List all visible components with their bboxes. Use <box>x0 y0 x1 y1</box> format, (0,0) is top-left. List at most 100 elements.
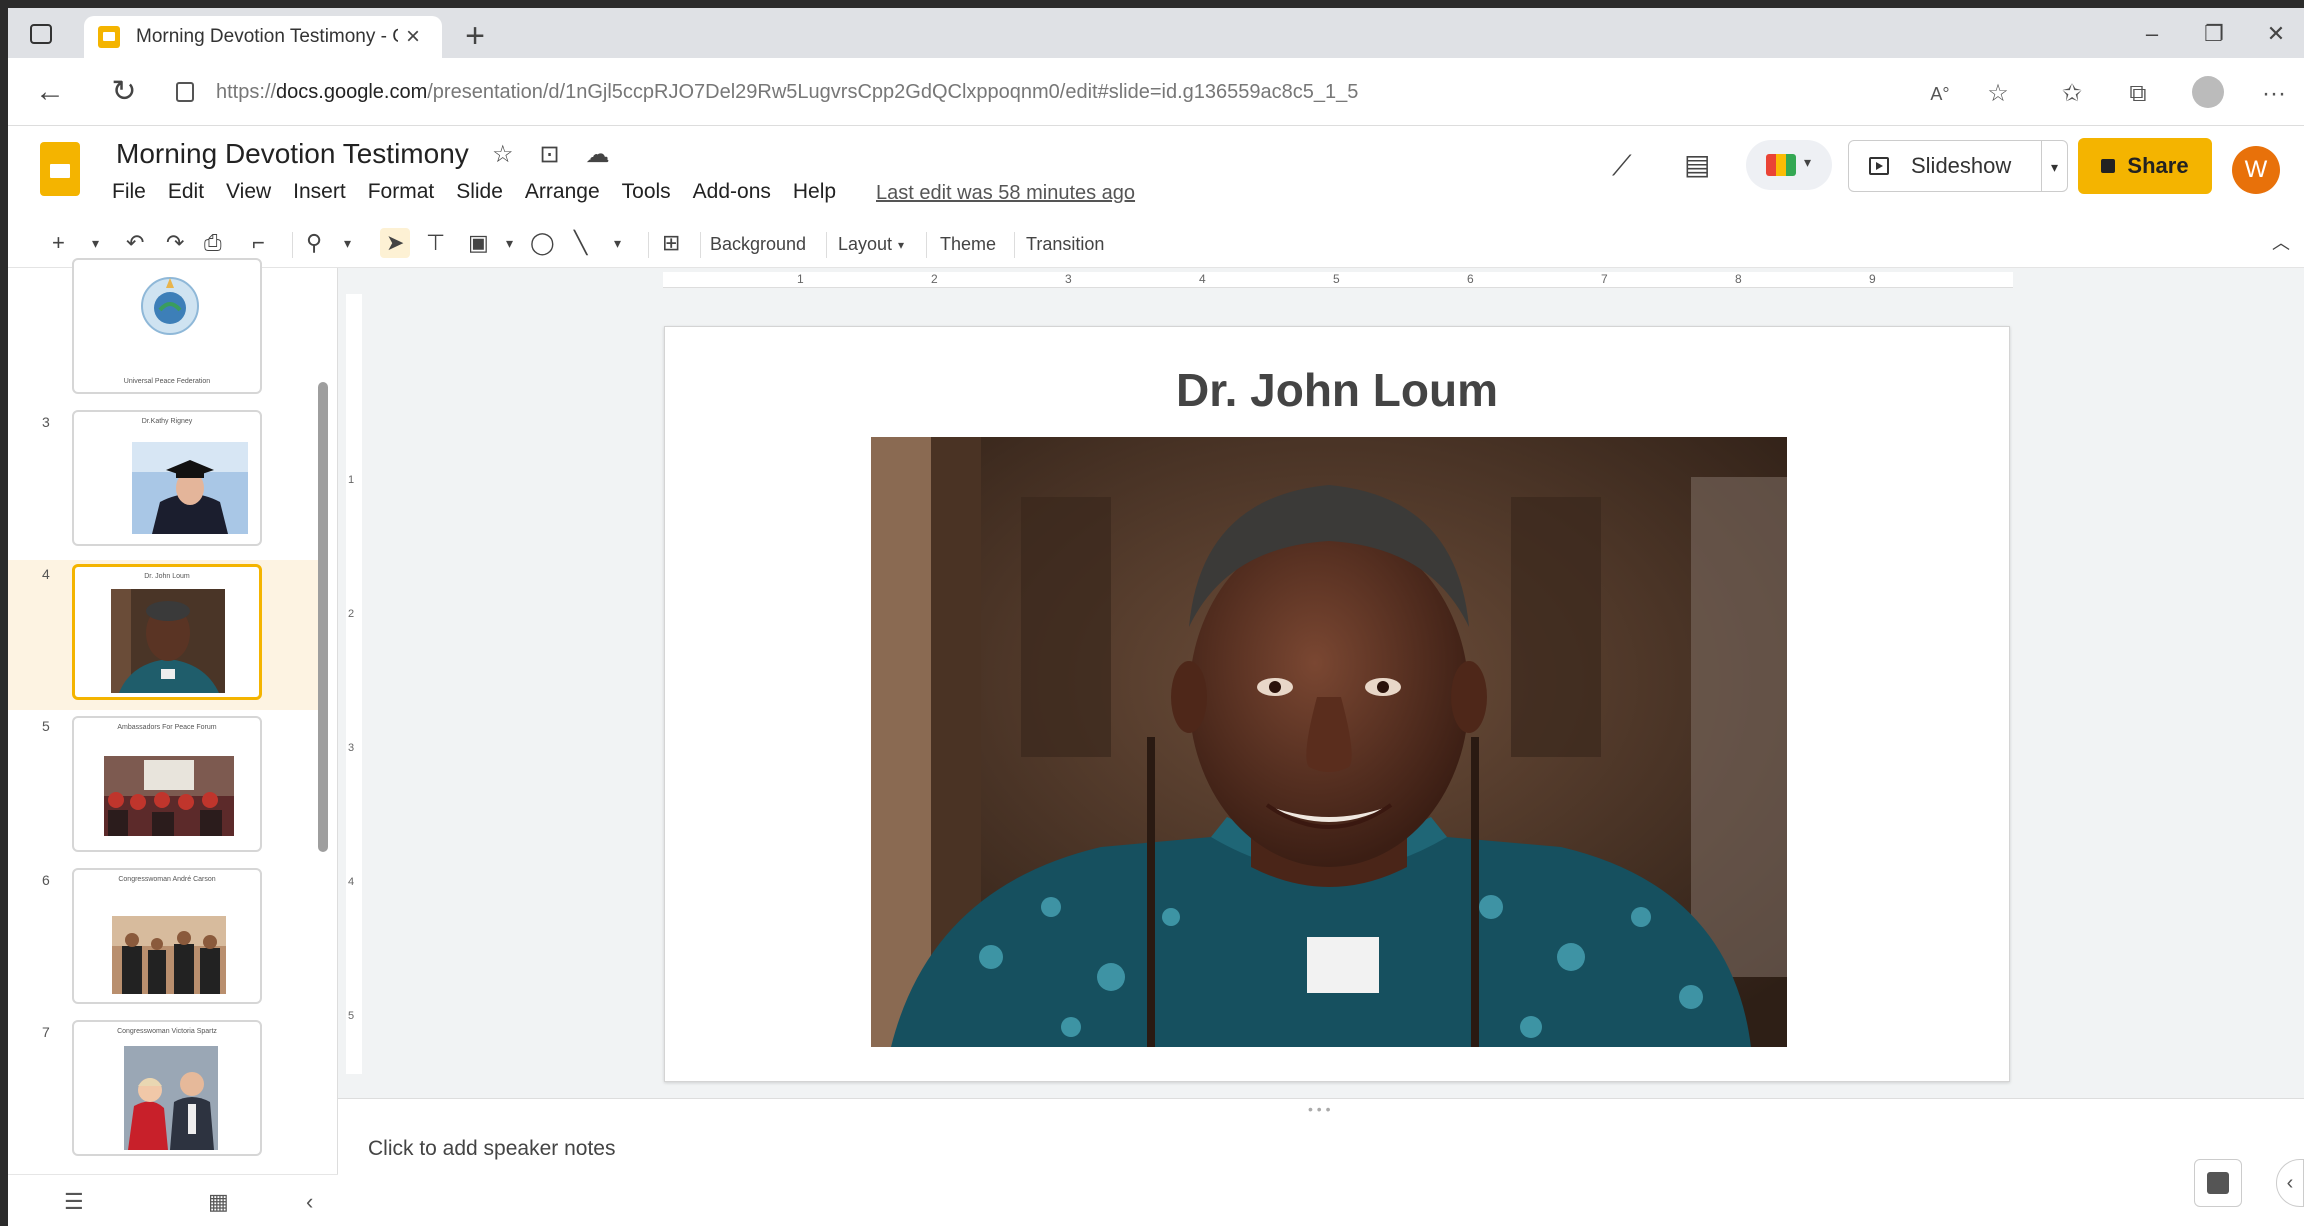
theme-button[interactable]: Theme <box>940 230 996 258</box>
menu-view[interactable]: View <box>226 180 271 204</box>
collections-icon[interactable]: ⧉ <box>2118 76 2158 112</box>
new-tab-button[interactable]: + <box>458 16 492 56</box>
paint-format-icon[interactable]: ⌐ <box>252 228 265 258</box>
redo-icon[interactable]: ↷ <box>166 228 184 258</box>
print-icon[interactable]: ⎙ <box>204 228 222 258</box>
line-chevron-icon[interactable]: ▾ <box>614 228 621 258</box>
zoom-chevron-icon[interactable]: ▾ <box>344 228 351 258</box>
divider <box>926 232 927 258</box>
transition-button[interactable]: Transition <box>1026 230 1104 258</box>
collapse-menus-chevron-icon[interactable]: ︿ <box>2272 228 2290 258</box>
new-slide-chevron-icon[interactable]: ▾ <box>92 228 99 258</box>
restore-icon[interactable]: ❐ <box>2194 14 2234 54</box>
add-favorite-icon[interactable]: ☆ <box>1978 76 2018 112</box>
address-bar[interactable]: https://docs.google.com/presentation/d/1… <box>176 70 1926 114</box>
slide-thumbnail-7[interactable]: Congresswoman Victoria Spartz <box>72 1020 262 1156</box>
ruler-mark: 2 <box>348 608 355 620</box>
last-edit-link[interactable]: Last edit was 58 minutes ago <box>876 182 1135 205</box>
slideshow-options-chevron-icon[interactable]: ▾ <box>2042 140 2068 192</box>
side-panel-chevron-icon[interactable]: ‹ <box>2276 1159 2304 1207</box>
line-icon[interactable]: ╲ <box>574 228 587 258</box>
document-title[interactable]: Morning Devotion Testimony <box>116 138 469 170</box>
menu-slide[interactable]: Slide <box>456 180 503 204</box>
slide-number: 7 <box>42 1024 50 1040</box>
tab-strip: Morning Devotion Testimony - G × + – ❐ ✕ <box>8 8 2304 58</box>
ruler-mark: 3 <box>1065 272 1072 286</box>
text-box-icon[interactable]: ⊤ <box>426 228 445 258</box>
john-loum-thumb-photo <box>111 589 225 693</box>
insert-image-icon[interactable]: ▣ <box>468 228 489 258</box>
cloud-status-icon[interactable]: ☁ <box>586 140 610 169</box>
layout-button[interactable]: Layout <box>838 230 892 258</box>
slide-thumbnail-5[interactable]: Ambassadors For Peace Forum <box>72 716 262 852</box>
ruler-mark: 2 <box>931 272 938 286</box>
new-slide-plus-icon[interactable]: + <box>52 228 65 258</box>
close-tab-icon[interactable]: × <box>398 23 428 51</box>
favorites-icon[interactable]: ✩ <box>2052 76 2092 112</box>
current-slide[interactable]: Dr. John Loum <box>664 326 2010 1082</box>
slide-title[interactable]: Dr. John Loum <box>665 363 2009 417</box>
background-button[interactable]: Background <box>710 230 806 258</box>
speaker-notes-input[interactable]: Click to add speaker notes <box>368 1137 615 1161</box>
menu-edit[interactable]: Edit <box>168 180 204 204</box>
minimize-icon[interactable]: – <box>2132 14 2172 54</box>
browser-tab[interactable]: Morning Devotion Testimony - G × <box>84 16 442 58</box>
slide-thumbnail-4[interactable]: Dr. John Loum <box>72 564 262 700</box>
add-comment-icon[interactable]: ⊞ <box>662 228 680 258</box>
menu-arrange[interactable]: Arrange <box>525 180 600 204</box>
back-arrow-icon[interactable]: ← <box>30 72 70 112</box>
menu-file[interactable]: File <box>112 180 146 204</box>
comments-icon[interactable]: ▤ <box>1684 148 1710 181</box>
vertical-ruler[interactable]: 1 2 3 4 5 <box>346 294 362 1074</box>
grid-view-icon[interactable]: ▦ <box>208 1189 229 1215</box>
lock-icon <box>176 82 194 102</box>
star-icon[interactable]: ☆ <box>492 140 514 169</box>
menu-insert[interactable]: Insert <box>293 180 346 204</box>
slide-canvas: 1 2 3 4 5 6 7 8 9 1 2 3 4 5 Dr. John Lou… <box>338 268 2304 1098</box>
meet-button[interactable]: ▾ <box>1746 140 1832 190</box>
slide-thumbnail-2[interactable]: Universal Peace Federation <box>72 258 262 394</box>
activity-dashboard-icon[interactable]: ⟋ <box>1612 150 1632 183</box>
slide-number: 6 <box>42 872 50 888</box>
zoom-icon[interactable]: ⚲ <box>306 228 322 258</box>
slide-thumbnail-6[interactable]: Congresswoman André Carson <box>72 868 262 1004</box>
sidebar-toggle-icon[interactable] <box>30 24 52 44</box>
slide-photo[interactable] <box>871 437 1787 1047</box>
menu-format[interactable]: Format <box>368 180 435 204</box>
filmstrip-view-icon[interactable]: ☰ <box>64 1189 84 1215</box>
image-chevron-icon[interactable]: ▾ <box>506 228 513 258</box>
undo-icon[interactable]: ↶ <box>126 228 144 258</box>
menu-tools[interactable]: Tools <box>622 180 671 204</box>
slideshow-label: Slideshow <box>1911 153 2012 178</box>
slide-thumbnail-3[interactable]: Dr.Kathy Rigney <box>72 410 262 546</box>
notes-resize-handle[interactable]: • • • <box>1308 1101 1330 1117</box>
explore-icon[interactable] <box>2194 1159 2242 1207</box>
horizontal-ruler[interactable]: 1 2 3 4 5 6 7 8 9 <box>663 272 2013 288</box>
user-avatar[interactable]: W <box>2232 146 2280 194</box>
slides-logo-icon[interactable] <box>40 142 80 196</box>
select-pointer-icon[interactable]: ➤ <box>380 228 411 258</box>
thumb-caption: Congresswoman André Carson <box>118 876 216 883</box>
shape-icon[interactable]: ◯ <box>530 228 555 258</box>
slideshow-button[interactable]: Slideshow <box>1848 140 2042 192</box>
read-aloud-icon[interactable]: A° <box>1920 76 1960 112</box>
tab-title: Morning Devotion Testimony - G <box>136 26 398 47</box>
menu-addons[interactable]: Add-ons <box>693 180 771 204</box>
carson-group-photo <box>112 916 226 994</box>
filmstrip-scrollbar[interactable] <box>318 382 328 852</box>
menu-help[interactable]: Help <box>793 180 836 204</box>
slide-filmstrip: Universal Peace Federation 3 Dr.Kathy Ri… <box>8 258 338 1226</box>
profile-avatar[interactable] <box>2192 76 2224 108</box>
share-button[interactable]: Share <box>2078 138 2212 194</box>
upf-logo-icon <box>141 277 199 335</box>
close-window-icon[interactable]: ✕ <box>2256 14 2296 54</box>
thumb-caption: Congresswoman Victoria Spartz <box>117 1028 217 1035</box>
speaker-notes-panel: • • • Click to add speaker notes ‹ <box>338 1098 2304 1226</box>
layout-chevron-icon[interactable]: ▾ <box>898 230 904 260</box>
more-menu-icon[interactable]: ··· <box>2254 76 2294 112</box>
move-folder-icon[interactable]: ⊡ <box>540 140 560 169</box>
collapse-filmstrip-icon[interactable]: ‹ <box>306 1189 313 1215</box>
reload-icon[interactable]: ↻ <box>104 72 144 112</box>
ruler-mark: 5 <box>1333 272 1340 286</box>
ruler-mark: 6 <box>1467 272 1474 286</box>
